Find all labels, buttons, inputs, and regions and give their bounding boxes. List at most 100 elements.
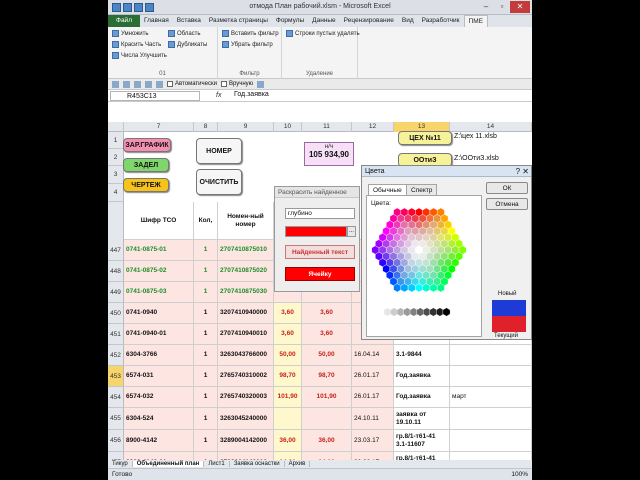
color-cell[interactable] bbox=[458, 245, 467, 255]
cancel-button[interactable]: Отмена bbox=[486, 198, 528, 210]
cell-c14[interactable] bbox=[450, 408, 532, 430]
cell-button[interactable]: Ячейку bbox=[285, 267, 355, 281]
tab-pme[interactable]: ПМЕ bbox=[463, 15, 488, 27]
dialog-help-close-icon[interactable]: ? ✕ bbox=[516, 166, 529, 177]
row-header[interactable]: 455 bbox=[108, 408, 124, 430]
color-cell[interactable] bbox=[436, 307, 444, 317]
cell-kol[interactable]: 1 bbox=[194, 282, 218, 303]
cell-c11[interactable]: 50,00 bbox=[302, 345, 352, 366]
tab-view[interactable]: Вид bbox=[398, 15, 418, 27]
cell-c13[interactable]: 3.1-9844 bbox=[394, 345, 450, 366]
toolbar-icon[interactable] bbox=[156, 80, 163, 88]
header-cell[interactable]: Шифр ТСО bbox=[124, 202, 194, 240]
column-header-14[interactable]: 14 bbox=[450, 122, 532, 132]
tab-page-layout[interactable]: Разметка страницы bbox=[205, 15, 272, 27]
cell-shifr[interactable]: 6574-032 bbox=[124, 387, 194, 408]
column-header-8[interactable]: 8 bbox=[194, 122, 218, 132]
cell-c12[interactable]: 16.04.14 bbox=[352, 345, 394, 366]
duplicates-button[interactable]: Дубликаты bbox=[168, 41, 207, 48]
cell-shifr[interactable]: 0741-0875-03 bbox=[124, 282, 194, 303]
sheet-tab[interactable]: Тикур bbox=[108, 461, 133, 467]
cell-kol[interactable]: 1 bbox=[194, 324, 218, 345]
tab-spectrum[interactable]: Спектр bbox=[406, 184, 438, 195]
column-header-7[interactable]: 7 bbox=[124, 122, 194, 132]
tab-developer[interactable]: Разработчик bbox=[418, 15, 464, 27]
cell-c14[interactable] bbox=[450, 366, 532, 387]
cell-shifr[interactable]: 8900-4142-01 bbox=[124, 452, 194, 460]
toolbar-icon[interactable] bbox=[123, 80, 130, 88]
cell-nomer[interactable]: 2707410875020 bbox=[218, 261, 274, 282]
tab-review[interactable]: Рецензирование bbox=[340, 15, 398, 27]
cell-c13[interactable]: заявка от 19.10.11 bbox=[394, 408, 450, 430]
cell-c12[interactable]: 23.03.17 bbox=[352, 452, 394, 460]
cell-kol[interactable]: 1 bbox=[194, 452, 218, 460]
toolbar-icon[interactable] bbox=[257, 80, 265, 88]
cell-kol[interactable]: 1 bbox=[194, 430, 218, 452]
insert-filter-button[interactable]: Вставить фильтр bbox=[222, 30, 279, 37]
cell-c12[interactable]: 26.01.17 bbox=[352, 366, 394, 387]
toolbar-icon[interactable] bbox=[145, 80, 152, 88]
cell-c13[interactable]: гр.8/1-т61-41 3.1-11607 bbox=[394, 430, 450, 452]
cell-c14[interactable] bbox=[450, 430, 532, 452]
cell-c10[interactable]: 34,00 bbox=[274, 452, 302, 460]
delete-empty-rows-button[interactable]: Строки пустых удалять bbox=[286, 30, 360, 37]
cell-c12[interactable]: 26.01.17 bbox=[352, 387, 394, 408]
tab-insert[interactable]: Вставка bbox=[173, 15, 205, 27]
row-header[interactable]: 452 bbox=[108, 345, 124, 366]
cell-c10[interactable]: 3,60 bbox=[274, 324, 302, 345]
minimize-button[interactable]: – bbox=[478, 1, 494, 13]
cell-nomer[interactable]: 2765740310002 bbox=[218, 366, 274, 387]
cell-c11[interactable]: 98,70 bbox=[302, 366, 352, 387]
chertezh-button[interactable]: ЧЕРТЕЖ bbox=[123, 178, 169, 192]
row-header[interactable]: 2 bbox=[108, 149, 124, 166]
row-header[interactable]: 456 bbox=[108, 430, 124, 452]
color-cell[interactable] bbox=[422, 307, 431, 317]
color-swatch[interactable] bbox=[285, 226, 347, 237]
ok-button[interactable]: ОК bbox=[486, 182, 528, 194]
sheet-tab[interactable]: Заявка оснастки bbox=[230, 461, 285, 467]
tseh11-button[interactable]: ЦЕХ №11 bbox=[398, 131, 452, 145]
cell-shifr[interactable]: 6304-3766 bbox=[124, 345, 194, 366]
cell-nomer[interactable]: 2707410875030 bbox=[218, 282, 274, 303]
cell-shifr[interactable]: 6574-031 bbox=[124, 366, 194, 387]
cell-kol[interactable]: 1 bbox=[194, 366, 218, 387]
cell-shifr[interactable]: 0741-0940-01 bbox=[124, 324, 194, 345]
cell-c14[interactable] bbox=[450, 345, 532, 366]
row-header[interactable]: 448 bbox=[108, 261, 124, 282]
fx-icon[interactable]: fx bbox=[216, 92, 221, 99]
column-header-11[interactable]: 11 bbox=[302, 122, 352, 132]
ochistit-button[interactable]: ОЧИСТИТЬ bbox=[196, 169, 242, 195]
header-cell[interactable]: Кол, bbox=[194, 202, 218, 240]
color-picker-button[interactable]: ... bbox=[347, 226, 356, 237]
row-header[interactable]: 451 bbox=[108, 324, 124, 345]
select-all-corner[interactable] bbox=[108, 122, 124, 132]
cell-c10[interactable]: 3,60 bbox=[274, 303, 302, 324]
color-hexagon-picker[interactable] bbox=[367, 208, 483, 328]
cell-c13[interactable]: Год.заявка bbox=[394, 387, 450, 408]
cell-kol[interactable]: 1 bbox=[194, 240, 218, 261]
cell-c11[interactable]: 36,00 bbox=[302, 430, 352, 452]
formula-input[interactable]: Год.заявка bbox=[234, 91, 269, 98]
maximize-button[interactable]: ▫ bbox=[494, 1, 510, 13]
cell-c10[interactable]: 101,90 bbox=[274, 387, 302, 408]
row-header[interactable]: 453 bbox=[108, 366, 124, 387]
cell-shifr[interactable]: 0741-0940 bbox=[124, 303, 194, 324]
row-header[interactable]: 4 bbox=[108, 184, 124, 202]
cell-c13[interactable]: Год.заявка bbox=[394, 366, 450, 387]
cell-nomer[interactable]: 2765740320003 bbox=[218, 387, 274, 408]
zar-grafik-button[interactable]: ЗАР.ГРАФИК bbox=[123, 138, 171, 152]
color-cell[interactable] bbox=[442, 307, 451, 317]
cell-c12[interactable]: 24.10.11 bbox=[352, 408, 394, 430]
cell-c10[interactable]: 50,00 bbox=[274, 345, 302, 366]
manual-checkbox[interactable]: Вручную bbox=[220, 81, 253, 87]
toolbar-icon[interactable] bbox=[134, 80, 141, 88]
found-text-button[interactable]: Найденный текст bbox=[285, 245, 355, 259]
sheet-tab[interactable]: Лист1 bbox=[204, 461, 230, 467]
cell-kol[interactable]: 1 bbox=[194, 303, 218, 324]
cell-shifr[interactable]: 8900-4142 bbox=[124, 430, 194, 452]
auto-checkbox[interactable]: Автоматически bbox=[167, 81, 217, 87]
tab-standard-colors[interactable]: Обычные bbox=[368, 184, 407, 195]
cell-c11[interactable]: 34,00 bbox=[302, 452, 352, 460]
cell-c10[interactable]: 98,70 bbox=[274, 366, 302, 387]
color-cell[interactable] bbox=[390, 307, 398, 317]
